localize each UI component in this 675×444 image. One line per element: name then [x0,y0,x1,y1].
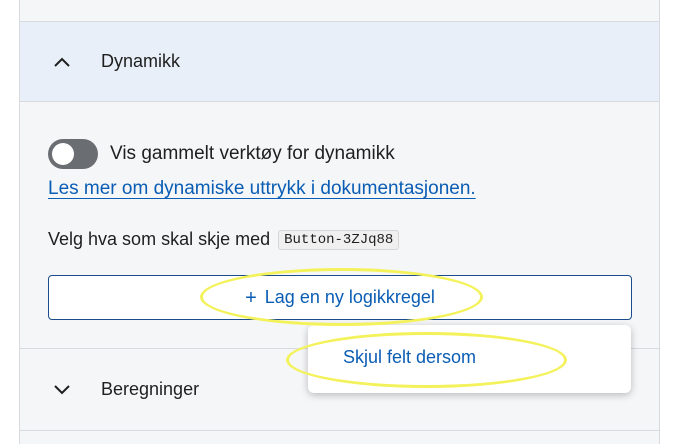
chevron-down-icon[interactable] [52,380,72,400]
legacy-tool-toggle[interactable] [48,139,98,169]
chevron-up-icon [54,57,70,67]
rule-type-dropdown: Skjul felt dersom [308,325,631,393]
add-logic-rule-button[interactable]: + Lag en ny logikkregel [48,275,632,320]
dynamics-section-title: Dynamikk [101,51,181,71]
calculations-section-title[interactable]: Beregninger [101,379,199,400]
legacy-tool-toggle-label: Vis gammelt verktøy for dynamikk [110,143,395,164]
legacy-tool-toggle-row: Vis gammelt verktøy for dynamikk [48,138,395,170]
plus-icon: + [245,286,257,309]
choose-action-row: Velg hva som skal skje med Button-3ZJq88 [48,229,400,250]
dynamics-section-header[interactable]: Dynamikk [20,22,659,102]
section-divider [20,430,659,431]
choose-action-label: Velg hva som skal skje med [48,229,271,249]
dropdown-item-hide-field[interactable]: Skjul felt dersom [343,347,476,368]
component-id-chip: Button-3ZJq88 [278,229,400,250]
previous-section-bottom [20,0,659,22]
toggle-knob [52,143,74,165]
documentation-link[interactable]: Les mer om dynamiske uttrykk i dokumenta… [48,178,476,200]
add-logic-rule-label: Lag en ny logikkregel [264,287,435,307]
